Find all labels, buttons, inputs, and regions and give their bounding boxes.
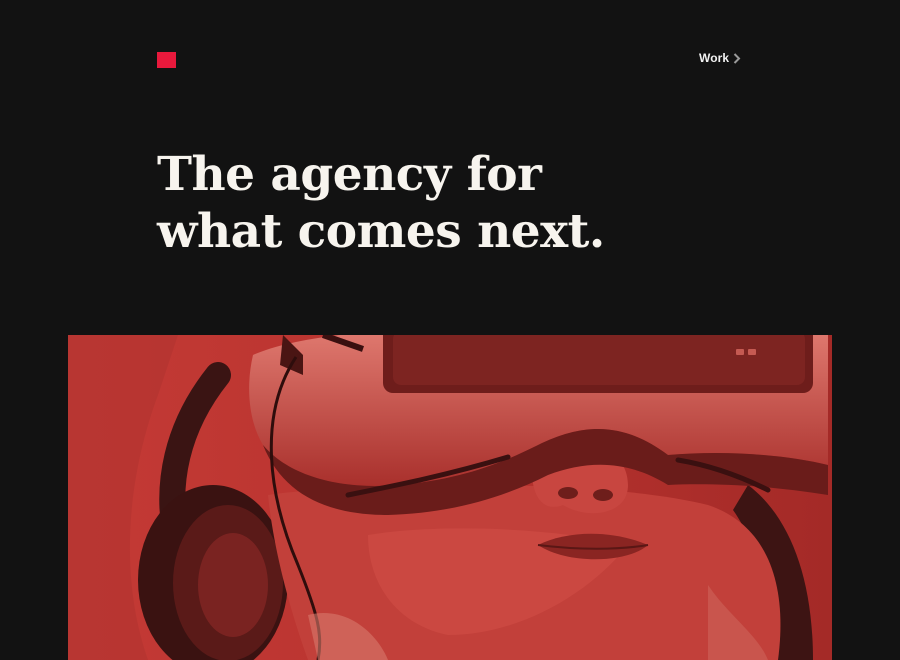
hero-title-line-2: what comes next. — [157, 204, 605, 259]
nav-work-link[interactable]: Work — [699, 51, 741, 65]
hero-vr-photo — [68, 335, 832, 660]
chevron-right-icon — [733, 52, 741, 64]
hero-title-line-1: The agency for — [157, 147, 542, 202]
brand-logo-icon[interactable] — [157, 52, 176, 68]
hero-title: The agency for what comes next. — [157, 146, 777, 260]
nav-work-label: Work — [699, 51, 730, 65]
